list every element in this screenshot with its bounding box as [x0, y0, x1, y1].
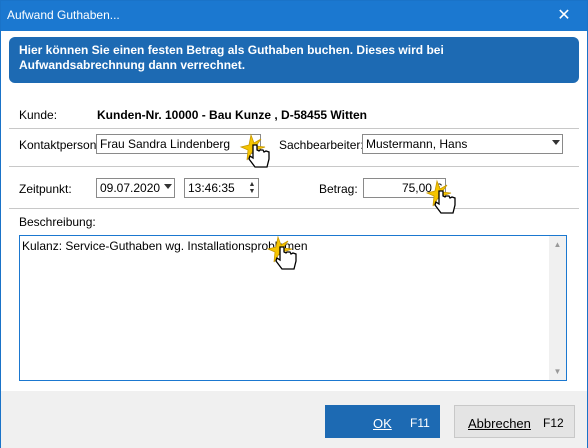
cancel-shortcut: F12 — [543, 416, 564, 430]
sachbearbeiter-select[interactable]: Mustermann, Hans — [362, 134, 563, 154]
kontaktperson-field[interactable]: Frau Sandra Lindenberg — [96, 134, 261, 154]
date-value: 09.07.2020 — [100, 181, 161, 195]
kontaktperson-label: Kontaktperson: — [19, 138, 100, 152]
date-picker[interactable]: 09.07.2020 — [96, 178, 175, 198]
title-bar: Aufwand Guthaben... ✕ — [1, 1, 587, 31]
divider — [9, 166, 579, 167]
divider — [9, 208, 579, 209]
ok-button[interactable]: OK F11 — [325, 405, 440, 438]
zeitpunkt-label: Zeitpunkt: — [19, 182, 72, 196]
kunde-value: Kunden-Nr. 10000 - Bau Kunze , D-58455 W… — [97, 108, 367, 122]
divider — [9, 128, 579, 129]
sachbearbeiter-value: Mustermann, Hans — [366, 137, 468, 151]
beschreibung-label: Beschreibung: — [19, 215, 96, 229]
time-spinner[interactable]: 13:46:35 ▲ ▼ — [184, 178, 259, 198]
dialog-window: Aufwand Guthaben... ✕ Hier können Sie ei… — [0, 0, 588, 448]
chevron-down-icon[interactable] — [552, 140, 560, 145]
sachbearbeiter-label: Sachbearbeiter: — [279, 138, 364, 152]
scroll-down-icon[interactable]: ▼ — [549, 363, 566, 380]
kunde-label: Kunde: — [19, 108, 58, 122]
time-value: 13:46:35 — [188, 181, 235, 195]
scrollbar[interactable]: ▲ ▼ — [549, 236, 566, 380]
window-title: Aufwand Guthaben... — [7, 8, 120, 22]
chevron-down-icon[interactable] — [164, 184, 172, 189]
betrag-label: Betrag: — [319, 182, 358, 196]
hand-cursor-icon — [266, 235, 297, 270]
ok-shortcut: F11 — [410, 416, 430, 430]
beschreibung-text: Kulanz: Service-Guthaben wg. Installatio… — [22, 239, 308, 253]
hand-cursor-icon — [239, 133, 270, 168]
hand-cursor-icon — [425, 179, 456, 214]
kontaktperson-value: Frau Sandra Lindenberg — [100, 137, 231, 151]
info-banner: Hier können Sie einen festen Betrag als … — [9, 37, 579, 83]
close-icon[interactable]: ✕ — [541, 1, 587, 31]
scroll-up-icon[interactable]: ▲ — [549, 236, 566, 253]
cancel-button[interactable]: Abbrechen F12 — [454, 405, 575, 438]
cancel-button-label: Abbrechen — [468, 416, 531, 431]
spin-icon[interactable]: ▲ ▼ — [248, 181, 256, 195]
ok-button-label: OK — [373, 416, 392, 431]
